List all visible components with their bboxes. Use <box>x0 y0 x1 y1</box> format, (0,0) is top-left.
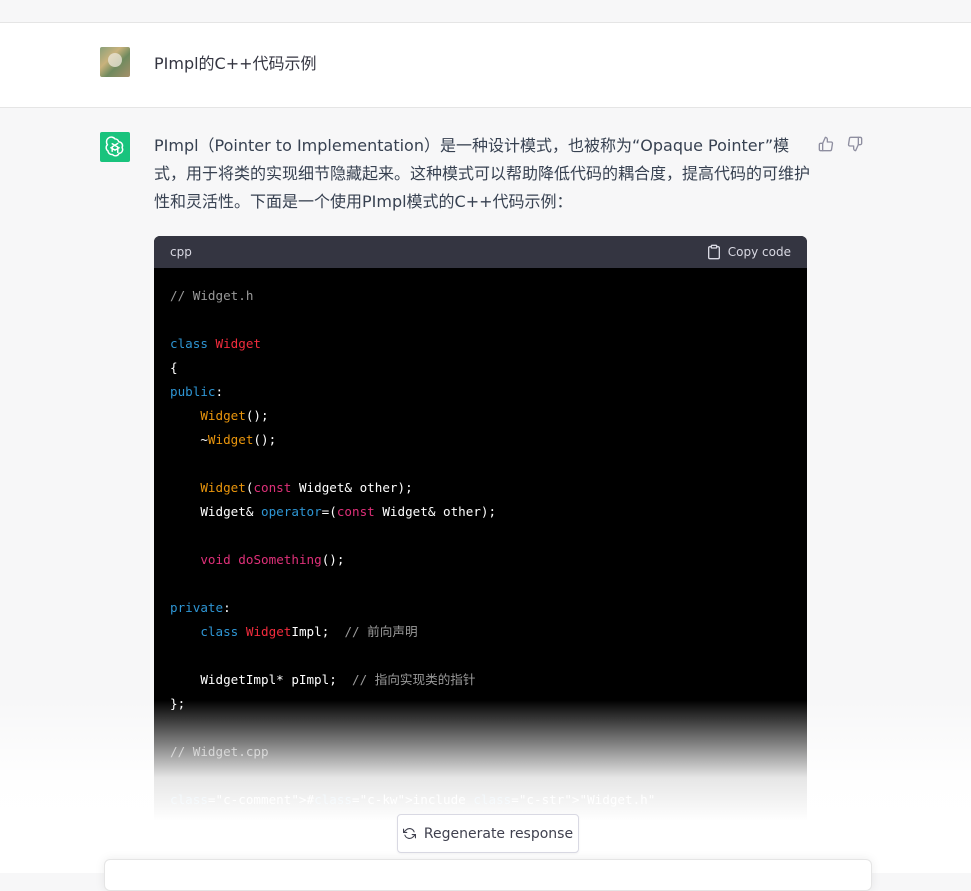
code-block: cpp Copy code // Widget.h class Widget { p… <box>154 236 807 886</box>
regenerate-label: Regenerate response <box>423 825 574 842</box>
thumbs-down-icon[interactable] <box>847 136 863 152</box>
code-line: Widget& operator=(const Widget& other); <box>170 504 497 519</box>
code-language-label: cpp <box>170 245 192 259</box>
code-line: ~Widget(); <box>170 432 277 447</box>
code-line: // Widget.cpp <box>170 744 269 759</box>
code-line: // Widget.h <box>170 288 254 303</box>
thumbs-up-icon[interactable] <box>818 136 834 152</box>
regenerate-response-button[interactable]: Regenerate response <box>397 814 579 853</box>
copy-code-label: Copy code <box>727 245 791 259</box>
user-avatar <box>100 47 130 77</box>
code-line: private: <box>170 600 231 615</box>
chatgpt-logo-icon <box>100 132 130 162</box>
message-input[interactable] <box>104 859 872 891</box>
code-line: Widget(const Widget& other); <box>200 480 413 495</box>
code-line: class WidgetImpl; // 前向声明 <box>200 624 418 639</box>
code-line: void doSomething(); <box>200 552 345 567</box>
user-message-text: PImpl的C++代码示例 <box>154 54 317 73</box>
assistant-message-row: PImpl（Pointer to Implementation）是一种设计模式，… <box>0 108 971 886</box>
code-line: class Widget <box>170 336 262 351</box>
code-block-header: cpp Copy code <box>154 236 807 268</box>
top-bar <box>0 0 971 23</box>
code-line: }; <box>170 696 186 711</box>
refresh-icon <box>402 828 416 839</box>
code-line: class="c-comment">#class="c-kw">include … <box>170 792 656 807</box>
code-line: { <box>170 360 178 375</box>
code-line: public: <box>170 384 224 399</box>
copy-code-button[interactable]: Copy code <box>706 244 791 260</box>
clipboard-icon <box>707 244 720 260</box>
code-body: // Widget.h class Widget { public: Widget(… <box>154 268 807 876</box>
assistant-answer-text: PImpl（Pointer to Implementation）是一种设计模式，… <box>154 136 811 211</box>
code-line: Widget(); <box>200 408 269 423</box>
code-line: WidgetImpl* pImpl; // 指向实现类的指针 <box>170 672 476 687</box>
user-message-row: PImpl的C++代码示例 <box>0 23 971 108</box>
